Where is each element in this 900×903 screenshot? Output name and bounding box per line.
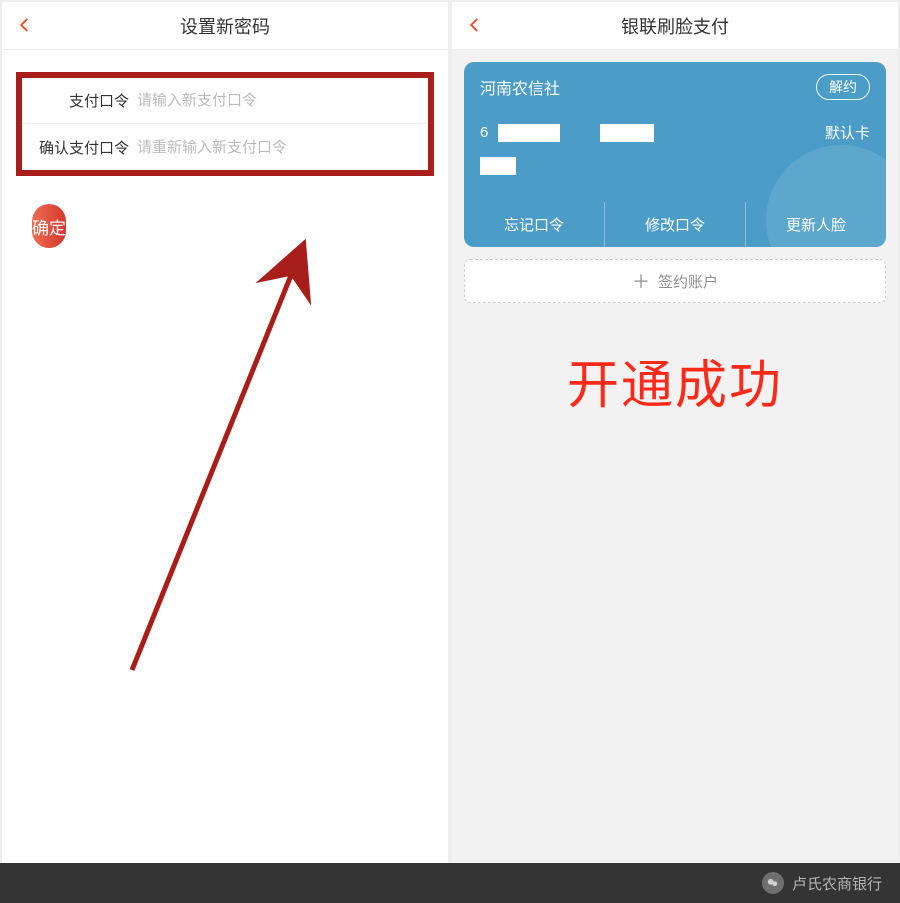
confirm-password-label: 确认支付口令 [32, 137, 137, 158]
password-label: 支付口令 [32, 90, 137, 111]
confirm-button-label: 确定 [32, 214, 66, 239]
bank-card: 河南农信社 解约 6 默认卡 忘记口令 修改口令 [464, 62, 886, 247]
unsubscribe-button[interactable]: 解约 [816, 74, 870, 100]
forgot-password-button[interactable]: 忘记口令 [464, 202, 605, 247]
confirm-password-row: 确认支付口令 [22, 124, 428, 170]
bank-name-label: 河南农信社 [480, 75, 560, 99]
face-pay-screen: 银联刷脸支付 河南农信社 解约 6 默认卡 忘记口令 [450, 0, 900, 903]
footer-source: 卢氏农商银行 [792, 873, 882, 894]
masked-block [480, 157, 516, 175]
masked-block [600, 124, 654, 142]
sign-account-button[interactable]: ＋ 签约账户 [464, 259, 886, 303]
password-row: 支付口令 [22, 78, 428, 124]
nav-bar: 银联刷脸支付 [452, 2, 898, 50]
nav-bar: 设置新密码 [2, 2, 448, 50]
default-card-label: 默认卡 [825, 122, 870, 143]
wechat-icon [762, 872, 784, 894]
card-number: 6 [480, 124, 654, 142]
page-title: 设置新密码 [180, 13, 270, 39]
confirm-button[interactable]: 确定 [32, 204, 66, 248]
confirm-password-input[interactable] [137, 139, 418, 156]
annotation-arrow-icon [112, 230, 352, 710]
back-icon[interactable] [466, 16, 484, 34]
success-annotation: 开通成功 [452, 343, 898, 418]
change-password-button[interactable]: 修改口令 [605, 202, 746, 247]
password-input[interactable] [137, 92, 418, 109]
card-number-prefix: 6 [480, 124, 488, 141]
password-form-highlight: 支付口令 确认支付口令 [16, 72, 434, 176]
page-title: 银联刷脸支付 [621, 13, 729, 39]
footer-watermark: 卢氏农商银行 [0, 863, 900, 903]
sign-account-label: 签约账户 [658, 271, 718, 292]
set-password-screen: 设置新密码 支付口令 确认支付口令 确定 [0, 0, 450, 903]
back-icon[interactable] [16, 16, 34, 34]
plus-icon: ＋ [632, 268, 650, 294]
masked-block [498, 124, 560, 142]
